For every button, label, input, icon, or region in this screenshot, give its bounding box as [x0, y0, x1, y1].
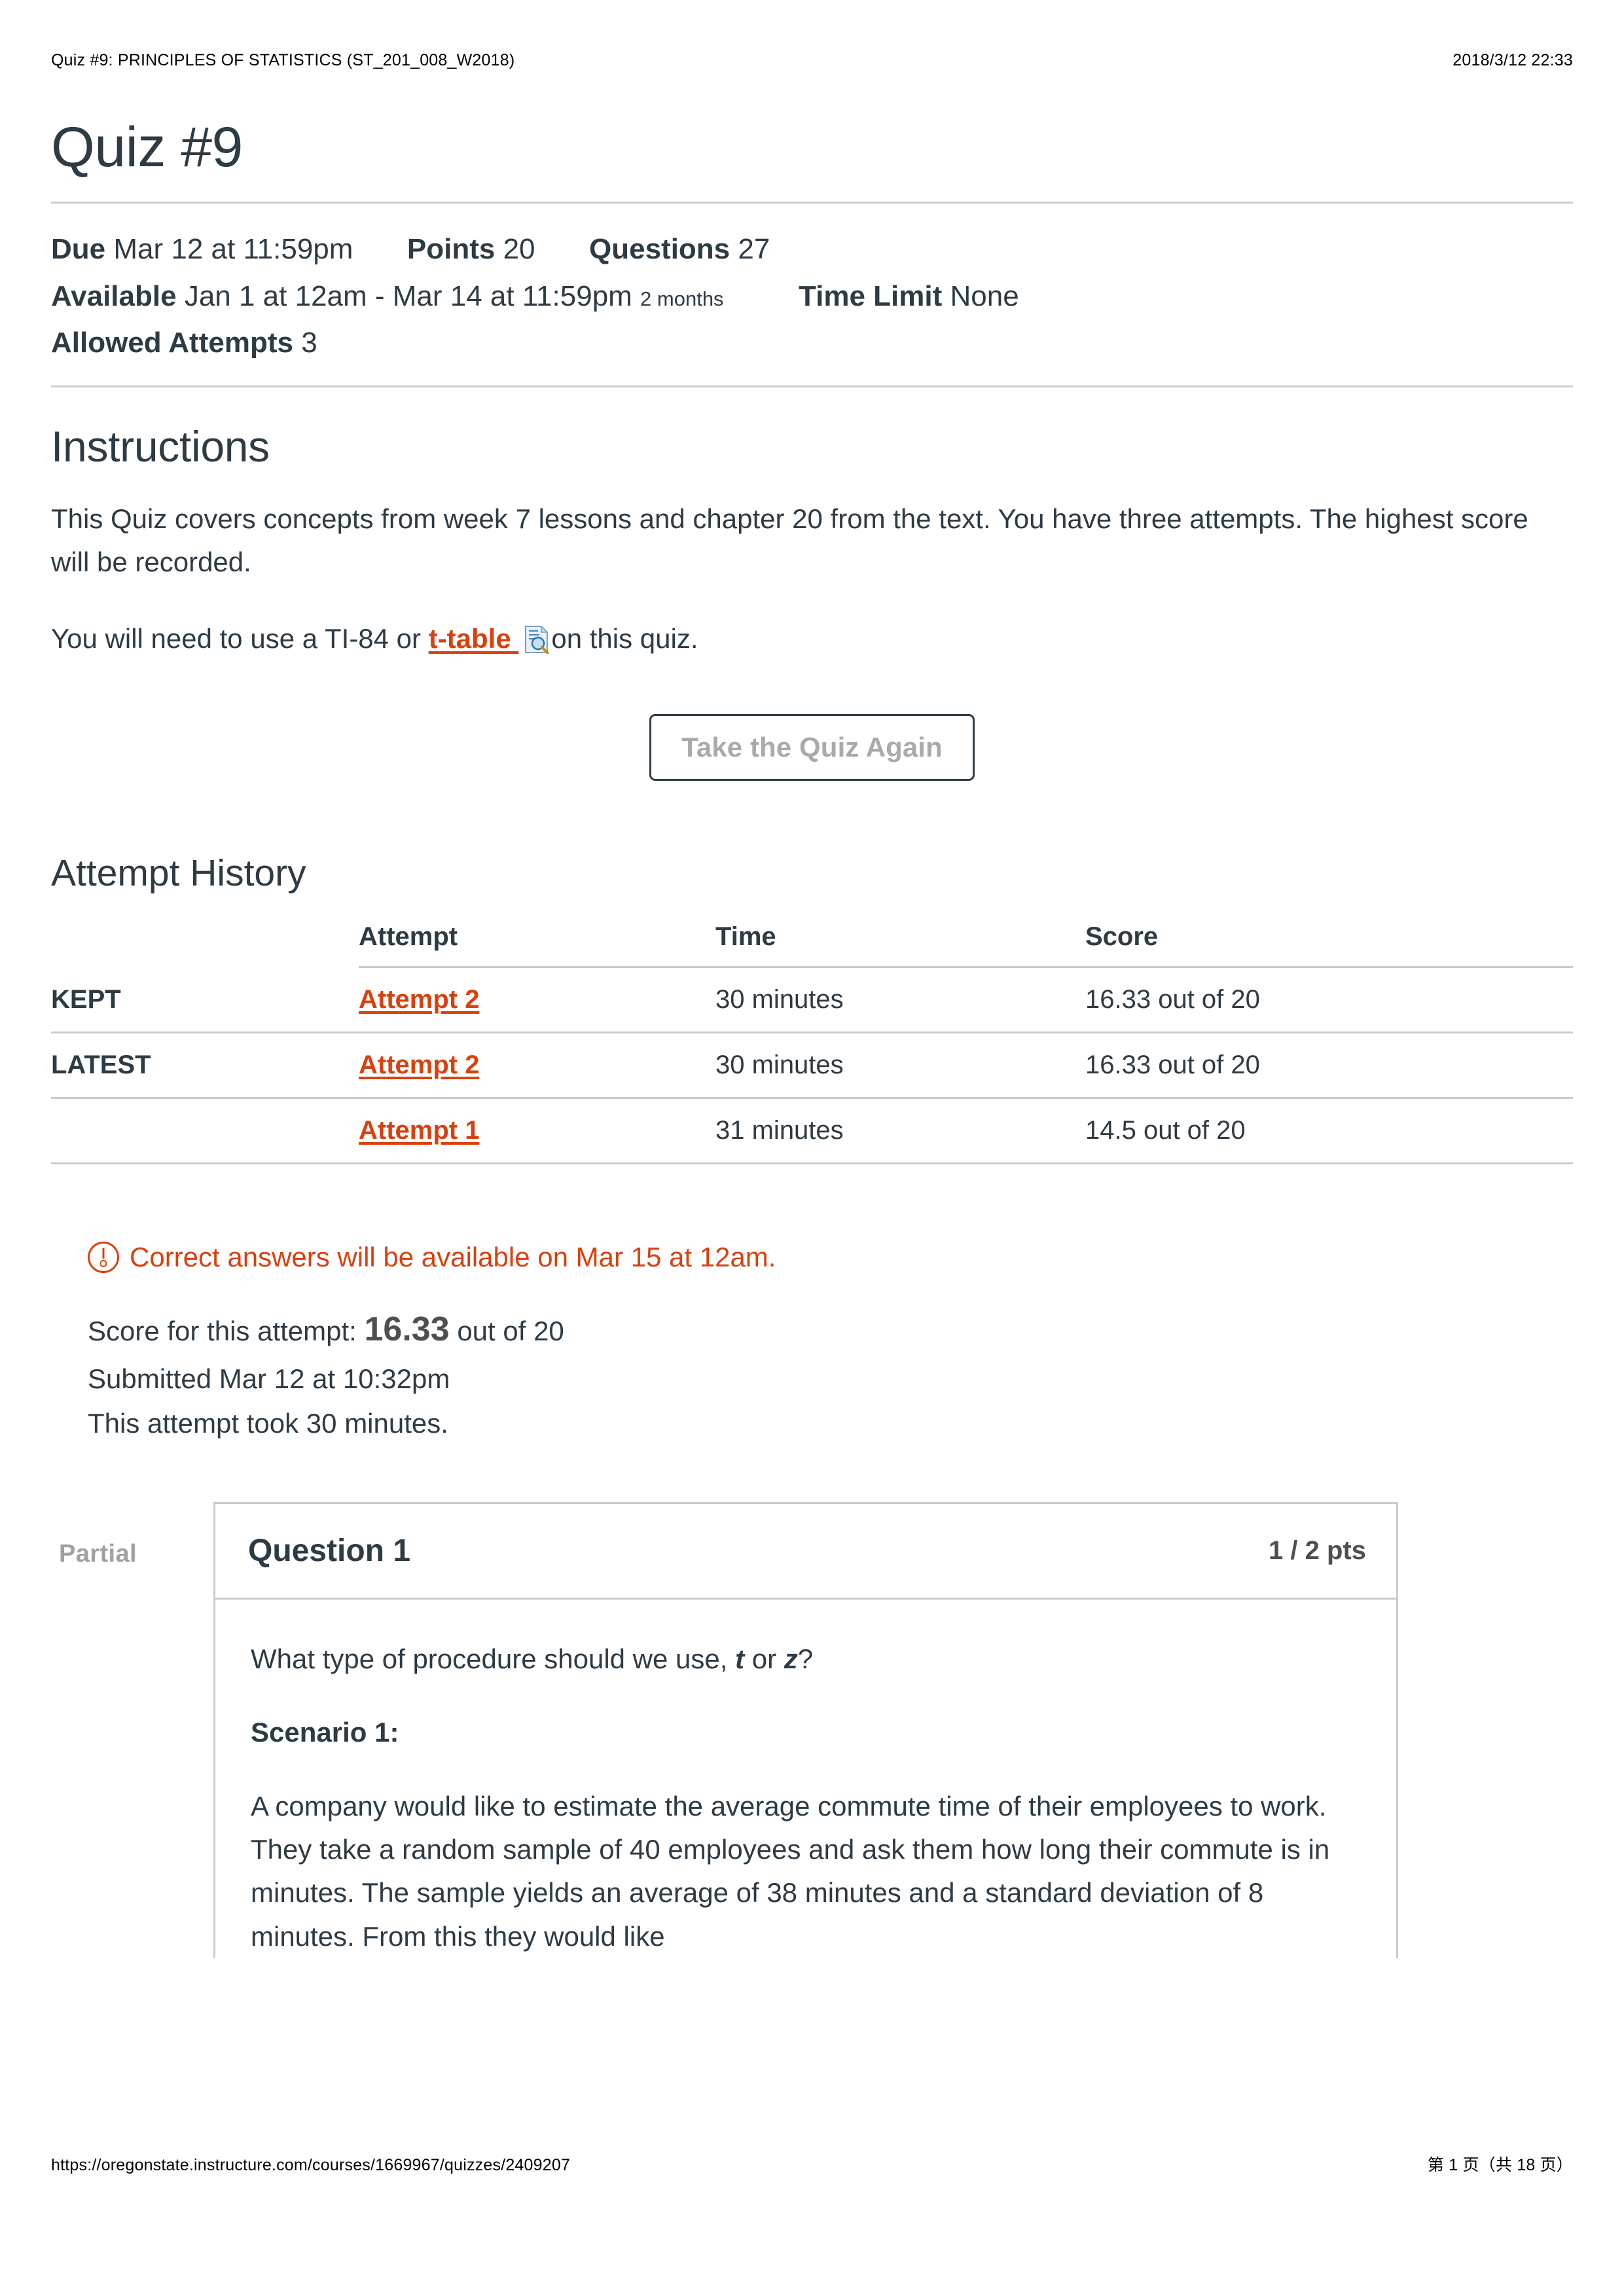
quiz-meta-row-2: Available Jan 1 at 12am - Mar 14 at 11:5… — [51, 273, 1573, 319]
question-header: Question 1 1 / 2 pts — [215, 1504, 1396, 1600]
print-header-title: Quiz #9: PRINCIPLES OF STATISTICS (ST_20… — [51, 51, 515, 69]
instructions-text-before-link: You will need to use a TI-84 or — [51, 623, 429, 655]
due-label: Due — [51, 233, 106, 266]
scenario-label: Scenario 1: — [251, 1717, 399, 1748]
attempt-history-section: Attempt History Attempt Time Score KEPT … — [51, 781, 1573, 1164]
t-table-link[interactable]: t-table — [429, 623, 519, 654]
attempt-link[interactable]: Attempt 2 — [359, 985, 479, 1014]
question-title: Question 1 — [248, 1533, 411, 1568]
instructions-text-after-link: on this quiz. — [551, 623, 698, 655]
score-summary: Score for this attempt: 16.33 out of 20 … — [51, 1273, 1573, 1446]
column-header-status — [51, 916, 359, 967]
table-row: KEPT Attempt 2 30 minutes 16.33 out of 2… — [51, 967, 1573, 1033]
column-header-time: Time — [715, 915, 1085, 968]
table-header-row: Attempt Time Score — [51, 915, 1573, 968]
quiz-meta: Due Mar 12 at 11:59pm Points 20 Question… — [51, 204, 1573, 386]
available-label: Available — [51, 279, 177, 312]
prompt-text-mid: or — [744, 1643, 784, 1674]
print-footer: https://oregonstate.instructure.com/cour… — [51, 2152, 1573, 2176]
correct-answers-notice: Correct answers will be available on Mar… — [51, 1164, 1573, 1273]
instructions-paragraph-2: You will need to use a TI-84 or t-table … — [51, 583, 1570, 660]
score-value: 16.33 — [364, 1310, 450, 1348]
print-header: Quiz #9: PRINCIPLES OF STATISTICS (ST_20… — [51, 51, 1573, 70]
attempt-history-table: Attempt Time Score KEPT Attempt 2 30 min… — [51, 915, 1573, 1164]
footer-page-number: 第 1 页（共 18 页） — [1427, 2156, 1573, 2174]
time-limit-value: None — [950, 279, 1019, 312]
take-quiz-again-button[interactable]: Take the Quiz Again — [649, 713, 975, 781]
time-limit-label: Time Limit — [799, 279, 943, 312]
allowed-attempts-label: Allowed Attempts — [51, 326, 293, 359]
scenario-text: A company would like to estimate the ave… — [251, 1790, 1330, 1952]
prompt-text-after: ? — [797, 1643, 814, 1674]
footer-url: https://oregonstate.instructure.com/cour… — [51, 2156, 571, 2174]
allowed-attempts-value: 3 — [301, 326, 317, 359]
page-title: Quiz #9 — [51, 116, 243, 179]
instructions-heading: Instructions — [51, 422, 270, 471]
instructions-paragraph-1: This Quiz covers concepts from week 7 le… — [51, 503, 1528, 577]
attempt-link[interactable]: Attempt 2 — [359, 1050, 479, 1079]
quiz-result-page: Quiz #9: PRINCIPLES OF STATISTICS (ST_20… — [0, 0, 1624, 2296]
prompt-variable-z: z — [784, 1643, 798, 1674]
score-line: Score for this attempt: 16.33 out of 20 — [88, 1302, 1573, 1357]
prompt-text-before: What type of procedure should we use, — [251, 1643, 736, 1674]
page-content: Quiz #9 Due Mar 12 at 11:59pm Points 20 … — [51, 116, 1573, 1959]
row-score: 14.5 out of 20 — [1085, 1098, 1573, 1164]
due-value: Mar 12 at 11:59pm — [113, 233, 353, 266]
question-prompt: What type of procedure should we use, t … — [251, 1638, 1361, 1681]
attempt-history-heading: Attempt History — [51, 852, 306, 894]
print-header-timestamp: 2018/3/12 22:33 — [1453, 51, 1573, 69]
row-status — [51, 1098, 359, 1164]
table-row: LATEST Attempt 2 30 minutes 16.33 out of… — [51, 1032, 1573, 1099]
questions-value: 27 — [738, 233, 770, 266]
submitted-line: Submitted Mar 12 at 10:32pm — [88, 1363, 450, 1394]
duration-line: This attempt took 30 minutes. — [88, 1407, 448, 1439]
row-score: 16.33 out of 20 — [1085, 967, 1573, 1033]
notice-text: Correct answers will be available on Mar… — [130, 1241, 776, 1272]
points-label: Points — [406, 233, 496, 266]
column-header-score: Score — [1085, 915, 1573, 968]
row-time: 30 minutes — [715, 1032, 1085, 1099]
question-box: Question 1 1 / 2 pts What type of proced… — [213, 1501, 1398, 1959]
points-value: 20 — [503, 233, 535, 266]
row-score: 16.33 out of 20 — [1085, 1032, 1573, 1099]
row-time: 30 minutes — [715, 967, 1085, 1033]
question-body: What type of procedure should we use, t … — [215, 1600, 1396, 1958]
prompt-variable-t: t — [735, 1643, 745, 1674]
row-status: KEPT — [51, 967, 359, 1033]
row-status: LATEST — [51, 1032, 359, 1099]
take-quiz-again-row: Take the Quiz Again — [51, 660, 1573, 781]
available-value: Jan 1 at 12am - Mar 14 at 11:59pm — [184, 279, 632, 312]
score-suffix: out of 20 — [449, 1315, 564, 1346]
score-prefix: Score for this attempt: — [88, 1315, 365, 1346]
row-time: 31 minutes — [715, 1098, 1085, 1164]
question-area: Partial Question 1 1 / 2 pts What type o… — [51, 1446, 1573, 1959]
question-status-badge: Partial — [59, 1539, 137, 1568]
available-duration: 2 months — [640, 287, 724, 310]
table-row: Attempt 1 31 minutes 14.5 out of 20 — [51, 1098, 1573, 1164]
quiz-meta-row-1: Due Mar 12 at 11:59pm Points 20 Question… — [51, 226, 1573, 272]
questions-label: Questions — [589, 233, 731, 266]
column-header-attempt: Attempt — [359, 915, 715, 968]
document-preview-icon — [524, 623, 550, 655]
attempt-link[interactable]: Attempt 1 — [359, 1116, 479, 1145]
question-points: 1 / 2 pts — [1269, 1535, 1366, 1565]
quiz-meta-row-3: Allowed Attempts 3 — [51, 319, 1573, 366]
warning-circle-icon — [88, 1241, 119, 1273]
